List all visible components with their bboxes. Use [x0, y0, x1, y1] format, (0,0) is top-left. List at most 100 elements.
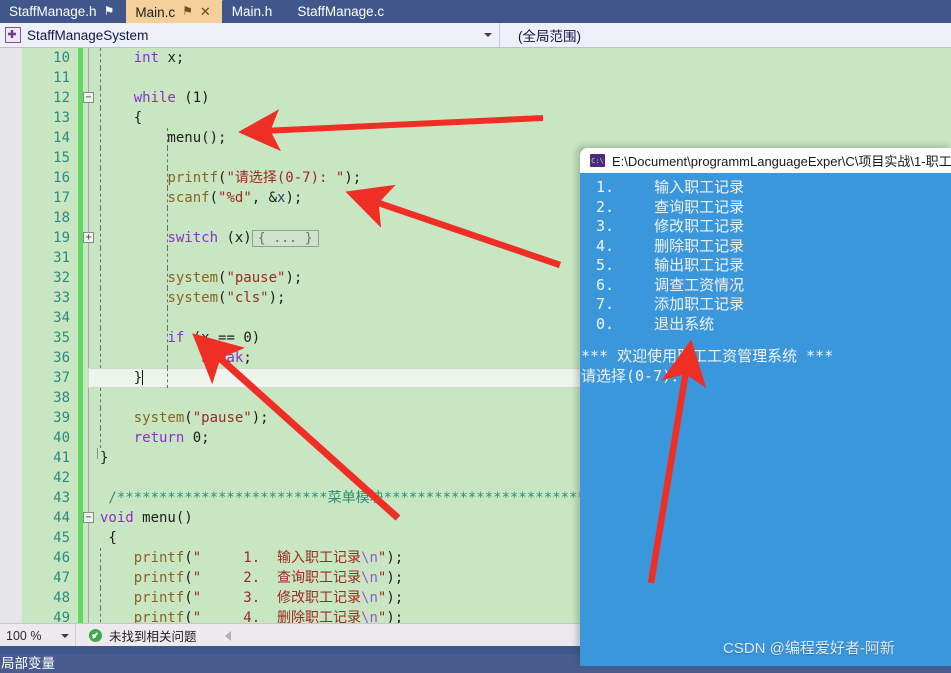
fold-toggle-icon[interactable]: − [83, 512, 94, 523]
console-app-icon: C:\ [590, 154, 605, 167]
tab-staffmanage-h[interactable]: StaffManage.h ⚑ [0, 0, 127, 23]
line-number: 49 [53, 610, 70, 623]
scope-member-dropdown[interactable]: (全局范围) [500, 23, 951, 47]
tab-strip-filler [396, 0, 951, 23]
line-number: 35 [53, 330, 70, 346]
console-welcome-line: *** 欢迎使用职工工资管理系统 *** [581, 347, 834, 365]
console-menu-number: 2. [596, 197, 615, 216]
line-number: 39 [53, 410, 70, 426]
collapsed-block[interactable]: { ... } [251, 230, 319, 247]
code-line[interactable]: 13 { [0, 108, 951, 128]
line-number: 34 [53, 310, 70, 326]
zoom-level-label: 100 % [6, 628, 42, 643]
line-number: 36 [53, 350, 70, 366]
tab-label: StaffManage.h [9, 4, 97, 19]
console-menu-item: 5. 输出职工记录 [580, 256, 951, 276]
line-number: 11 [53, 70, 70, 86]
console-menu-item: 2. 查询职工记录 [580, 198, 951, 218]
indent-guide [100, 308, 101, 328]
console-menu-number: 1. [596, 178, 615, 196]
line-number: 13 [53, 110, 70, 126]
line-number: 17 [53, 190, 70, 206]
code-text: int x; [133, 50, 185, 66]
code-line[interactable]: 37 } [0, 368, 951, 388]
code-text: } [100, 370, 144, 386]
fold-toggle-icon[interactable]: + [83, 232, 94, 243]
tab-label: Main.h [231, 4, 273, 19]
line-number: 12 [53, 90, 70, 106]
line-number: 42 [53, 470, 70, 486]
error-status: 未找到相关问题 [76, 626, 197, 645]
code-text: while (1) [133, 90, 210, 106]
chevron-down-icon[interactable] [61, 633, 69, 638]
error-status-label: 未找到相关问题 [109, 630, 197, 644]
line-number: 18 [53, 210, 70, 226]
fold-toggle-icon[interactable]: − [83, 92, 94, 103]
console-menu-label: 删除职工记录 [654, 236, 745, 255]
console-menu-number: 3. [596, 217, 615, 235]
code-line[interactable]: 14 menu(); [0, 128, 951, 148]
console-menu-label: 添加职工记录 [654, 295, 745, 313]
pin-icon[interactable]: ⚑ [104, 4, 115, 18]
console-menu-item: 6. 调查工资情况 [580, 276, 951, 296]
line-number: 40 [53, 430, 70, 446]
pin-icon[interactable]: ⚑ [182, 4, 193, 18]
line-number: 45 [53, 530, 70, 546]
console-title: E:\Document\programmLanguageExper\C\项目实战… [612, 154, 951, 169]
code-line[interactable]: 12 − while (1) [0, 88, 951, 108]
line-number: 31 [53, 250, 70, 266]
zoom-level-dropdown[interactable]: 100 % [0, 624, 76, 647]
console-menu-label: 输出职工记录 [654, 256, 745, 274]
indent-guide [100, 208, 101, 228]
csdn-watermark: CSDN @编程爱好者-阿新 [723, 640, 895, 657]
console-window[interactable]: C:\ E:\Document\programmLanguageExper\C\… [580, 148, 951, 666]
line-number: 16 [53, 170, 70, 186]
line-number: 38 [53, 390, 70, 406]
indent-guide [166, 248, 168, 268]
block-end-bracket [97, 448, 98, 459]
indent-guide [166, 208, 168, 228]
code-line[interactable]: 11 [0, 68, 951, 88]
scope-project-dropdown[interactable]: StaffManageSystem [0, 23, 500, 47]
console-menu-item: 4. 删除职工记录 [580, 237, 951, 257]
console-output: 1. 输入职工记录 2. 查询职工记录 3. 修改职工记录 4. 删除职工记录 5. 输出职工记录… [580, 173, 951, 666]
line-number: 43 [53, 490, 70, 506]
console-menu-number: 7. [596, 295, 615, 313]
console-menu-label: 查询职工记录 [654, 197, 745, 216]
chevron-down-icon[interactable] [484, 33, 492, 37]
close-icon[interactable]: ✕ [200, 4, 211, 20]
console-menu-label: 修改职工记录 [654, 217, 745, 235]
console-menu-number: 0. [596, 314, 615, 333]
indent-guide [100, 388, 101, 408]
scroll-left-arrow-icon[interactable] [224, 630, 231, 641]
line-number: 44 [53, 510, 70, 526]
console-menu-item: 0. 退出系统 [580, 315, 951, 335]
indent-guide [100, 68, 101, 88]
console-menu-label: 调查工资情况 [654, 275, 745, 294]
console-title-bar[interactable]: C:\ E:\Document\programmLanguageExper\C\… [580, 148, 951, 173]
success-check-icon [89, 629, 102, 642]
tab-main-c[interactable]: Main.c ⚑ ✕ [126, 0, 223, 23]
tab-label: StaffManage.c [297, 4, 385, 19]
code-text: menu(); [100, 130, 227, 146]
console-menu-item: 3. 修改职工记录 [580, 217, 951, 237]
navigation-bar: StaffManageSystem (全局范围) [0, 23, 951, 48]
indent-guide [166, 148, 168, 168]
code-line[interactable]: 10 int x; [0, 48, 951, 68]
project-icon [5, 27, 21, 43]
status-bar-label: 局部变量 [1, 656, 55, 671]
tab-staffmanage-c[interactable]: StaffManage.c [288, 0, 397, 23]
scope-member-label: (全局范围) [518, 29, 581, 44]
indent-guide [100, 148, 101, 168]
line-number: 15 [53, 150, 70, 166]
line-number: 14 [53, 130, 70, 146]
line-number: 46 [53, 550, 70, 566]
line-number: 47 [53, 570, 70, 586]
tab-main-h[interactable]: Main.h [222, 0, 285, 23]
console-menu-label: 退出系统 [654, 314, 715, 333]
indent-guide [166, 308, 168, 328]
line-number: 19 [53, 230, 70, 246]
line-number: 32 [53, 270, 70, 286]
indent-guide [100, 248, 101, 268]
